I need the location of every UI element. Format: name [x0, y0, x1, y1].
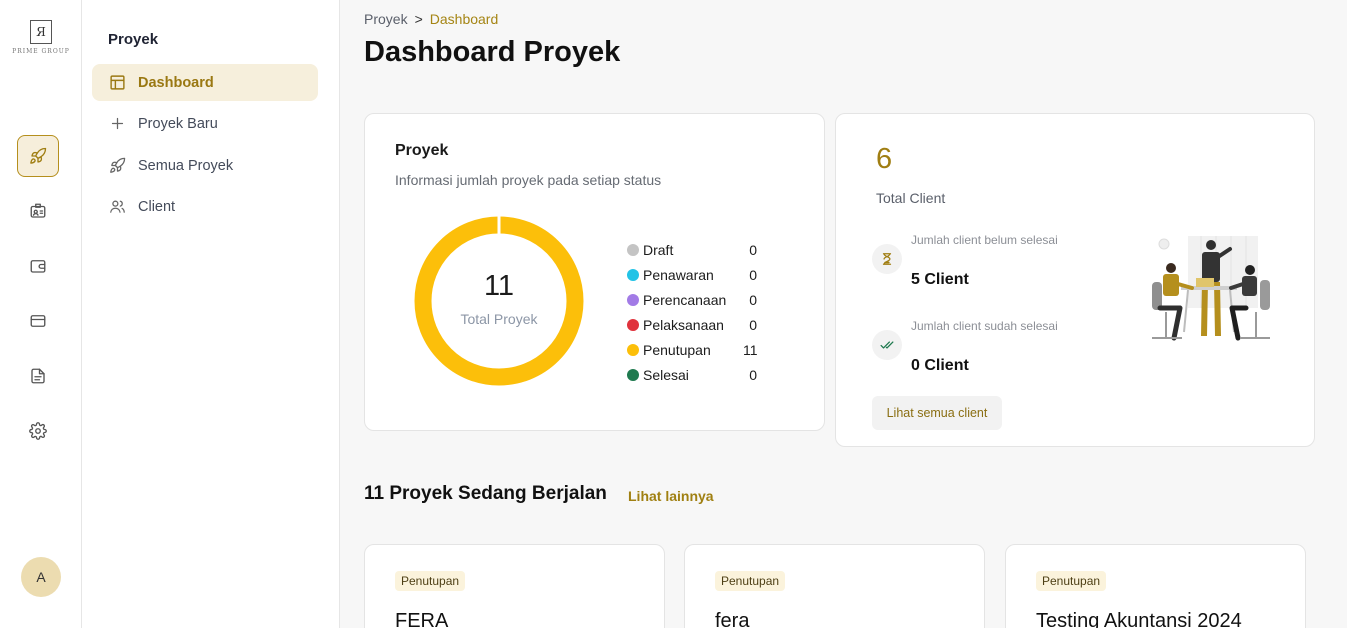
legend-value: 0 [749, 316, 757, 333]
breadcrumb: Proyek > Dashboard [364, 11, 498, 27]
rail-wallet-button[interactable] [17, 245, 59, 287]
card-icon [30, 315, 46, 327]
id-card-icon [30, 203, 46, 218]
sub-sidebar: Proyek Dashboard Proyek Baru Semua Proye… [82, 0, 340, 628]
legend-dot [627, 268, 639, 281]
rail-document-button[interactable] [17, 355, 59, 397]
rail-projects-button[interactable] [17, 135, 59, 177]
gear-icon [29, 422, 47, 440]
legend-label: Penutupan [643, 341, 711, 358]
project-card[interactable]: Penutupan FERA [364, 544, 665, 628]
nav-item-client[interactable]: Client [92, 188, 318, 225]
legend-dot [627, 343, 639, 356]
nav-item-semua-proyek[interactable]: Semua Proyek [92, 147, 318, 184]
document-icon [31, 368, 45, 384]
users-icon [110, 200, 125, 213]
nav-label: Client [138, 198, 176, 215]
avatar[interactable]: A [21, 557, 61, 597]
status-badge: Penutupan [715, 571, 786, 591]
page-title: Dashboard Proyek [364, 36, 621, 68]
rail-card-button[interactable] [17, 300, 59, 342]
icon-rail: Я PRIME GROUP A [0, 0, 82, 628]
project-name: Testing Akuntansi 2024 [1036, 610, 1242, 628]
legend-item: Selesai 0 [627, 362, 757, 387]
plus-icon [111, 117, 124, 130]
legend-dot [627, 243, 639, 256]
legend-item: Penawaran 0 [627, 262, 757, 287]
legend-value: 11 [743, 341, 758, 358]
check-icon-wrap [872, 330, 902, 360]
logo-mark: Я [30, 20, 52, 44]
legend-dot [627, 293, 639, 306]
legend-label: Penawaran [643, 266, 714, 283]
breadcrumb-current: Dashboard [429, 11, 499, 27]
legend-item: Pelaksanaan 0 [627, 312, 757, 337]
subnav-title: Proyek [108, 31, 159, 48]
layout-icon [110, 75, 125, 90]
rail-clients-button[interactable] [17, 190, 59, 232]
done-value: 0 [911, 357, 920, 374]
client-summary-card: 6 Total Client Jumlah client belum seles… [835, 113, 1315, 447]
legend-value: 0 [749, 241, 757, 258]
status-badge: Penutupan [395, 571, 466, 591]
project-name: fera [715, 610, 750, 628]
legend-label: Draft [643, 241, 674, 258]
team-meeting-illustration [1152, 236, 1270, 341]
legend-label: Perencanaan [643, 291, 727, 308]
view-all-clients-button[interactable]: Lihat semua client [872, 396, 1002, 430]
card-title: Proyek [395, 142, 449, 159]
see-more-link[interactable]: Lihat lainnya [628, 488, 714, 504]
done-unit: Client [924, 357, 969, 374]
card-subtitle: Informasi jumlah proyek pada setiap stat… [395, 172, 662, 188]
logo[interactable]: Я PRIME GROUP [10, 20, 72, 55]
logo-text: PRIME GROUP [12, 48, 70, 55]
nav-item-proyek-baru[interactable]: Proyek Baru [92, 105, 318, 142]
project-card[interactable]: Penutupan fera [684, 544, 985, 628]
legend-item: Draft 0 [627, 237, 757, 262]
proyek-status-card: Proyek Informasi jumlah proyek pada seti… [364, 113, 825, 431]
rail-settings-button[interactable] [17, 410, 59, 452]
legend-item: Penutupan 11 [627, 337, 758, 362]
pending-label: Jumlah client belum selesai [911, 233, 1058, 247]
donut-total-label: Total Proyek [460, 311, 538, 327]
done-count: 0 Client [911, 357, 969, 375]
status-badge: Penutupan [1036, 571, 1107, 591]
breadcrumb-parent[interactable]: Proyek [364, 11, 408, 27]
nav-label: Semua Proyek [138, 157, 234, 174]
legend-dot [627, 368, 639, 381]
nav-label: Dashboard [138, 74, 214, 91]
rocket-icon [110, 157, 126, 173]
project-name: FERA [395, 610, 449, 628]
legend-item: Perencanaan 0 [627, 287, 757, 312]
legend-value: 0 [749, 266, 757, 283]
rocket-icon [30, 147, 47, 164]
wallet-icon [30, 260, 46, 273]
pending-unit: Client [924, 271, 969, 288]
hourglass-icon-wrap [872, 244, 902, 274]
legend-value: 0 [749, 366, 757, 383]
nav-label: Proyek Baru [138, 115, 218, 132]
running-projects-title: 11 Proyek Sedang Berjalan [364, 483, 607, 504]
pending-count: 5 Client [911, 271, 969, 289]
nav-item-dashboard[interactable]: Dashboard [92, 64, 318, 101]
client-total: 6 [876, 143, 893, 175]
donut-total: 11 [483, 270, 515, 302]
donut-gap [497, 215, 501, 235]
double-check-icon [880, 341, 894, 349]
pending-value: 5 [911, 271, 920, 288]
status-legend: Draft 0 Penawaran 0 Perencanaan 0 Pelaksana… [627, 237, 758, 387]
breadcrumb-separator: > [414, 11, 423, 27]
legend-value: 0 [749, 291, 757, 308]
legend-label: Selesai [643, 366, 689, 383]
legend-dot [627, 318, 639, 331]
project-card[interactable]: Penutupan Testing Akuntansi 2024 [1005, 544, 1306, 628]
client-total-label: Total Client [876, 190, 946, 206]
hourglass-icon [882, 253, 892, 265]
done-label: Jumlah client sudah selesai [911, 319, 1058, 333]
legend-label: Pelaksanaan [643, 316, 724, 333]
